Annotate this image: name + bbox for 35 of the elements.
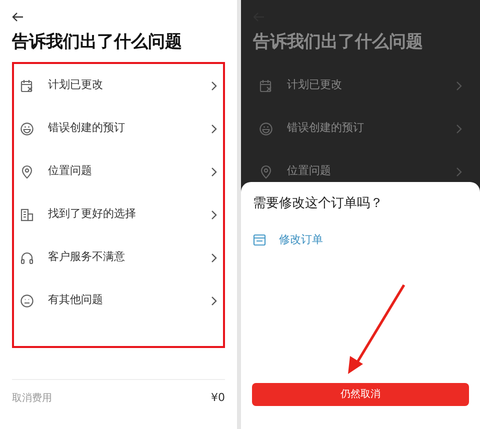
chevron-right-icon: [456, 166, 462, 176]
chevron-right-icon: [456, 80, 462, 90]
reason-item[interactable]: 计划已更改: [14, 64, 223, 107]
reason-item[interactable]: 错误创建的预订: [253, 107, 468, 150]
calendar-x-icon: [259, 78, 273, 92]
chevron-right-icon: [211, 80, 217, 90]
chevron-right-icon: [211, 252, 217, 262]
chevron-right-icon: [211, 296, 217, 306]
chevron-right-icon: [211, 166, 217, 176]
chevron-right-icon: [211, 124, 217, 134]
page-title: 告诉我们出了什么问题: [253, 31, 424, 53]
sheet-question: 需要修改这个订单吗？: [253, 195, 383, 213]
modify-order-option[interactable]: 修改订单: [253, 232, 323, 248]
reason-item[interactable]: 有其他问题: [14, 279, 223, 322]
grinning-face-icon: [259, 122, 273, 136]
page-title: 告诉我们出了什么问题: [12, 31, 183, 53]
reason-item[interactable]: 错误创建的预订: [14, 107, 223, 150]
reason-item[interactable]: 找到了更好的选择: [14, 193, 223, 236]
reason-item[interactable]: 客户服务不满意: [14, 236, 223, 279]
calendar-x-icon: [20, 78, 34, 92]
cancel-anyway-button[interactable]: 仍然取消: [252, 383, 469, 406]
fee-amount: ¥0: [211, 390, 225, 406]
reason-item[interactable]: 位置问题: [14, 150, 223, 193]
fee-label: 取消费用: [12, 392, 52, 406]
back-arrow-icon[interactable]: [12, 12, 24, 22]
headphones-icon: [20, 250, 34, 264]
location-pin-icon: [20, 164, 34, 178]
chevron-right-icon: [211, 210, 217, 220]
grinning-face-icon: [20, 122, 34, 136]
neutral-face-icon: [20, 294, 34, 308]
calendar-icon: [253, 234, 266, 246]
reason-item[interactable]: 计划已更改: [253, 64, 468, 107]
location-pin-icon: [259, 164, 273, 178]
building-icon: [20, 208, 34, 222]
chevron-right-icon: [456, 124, 462, 134]
